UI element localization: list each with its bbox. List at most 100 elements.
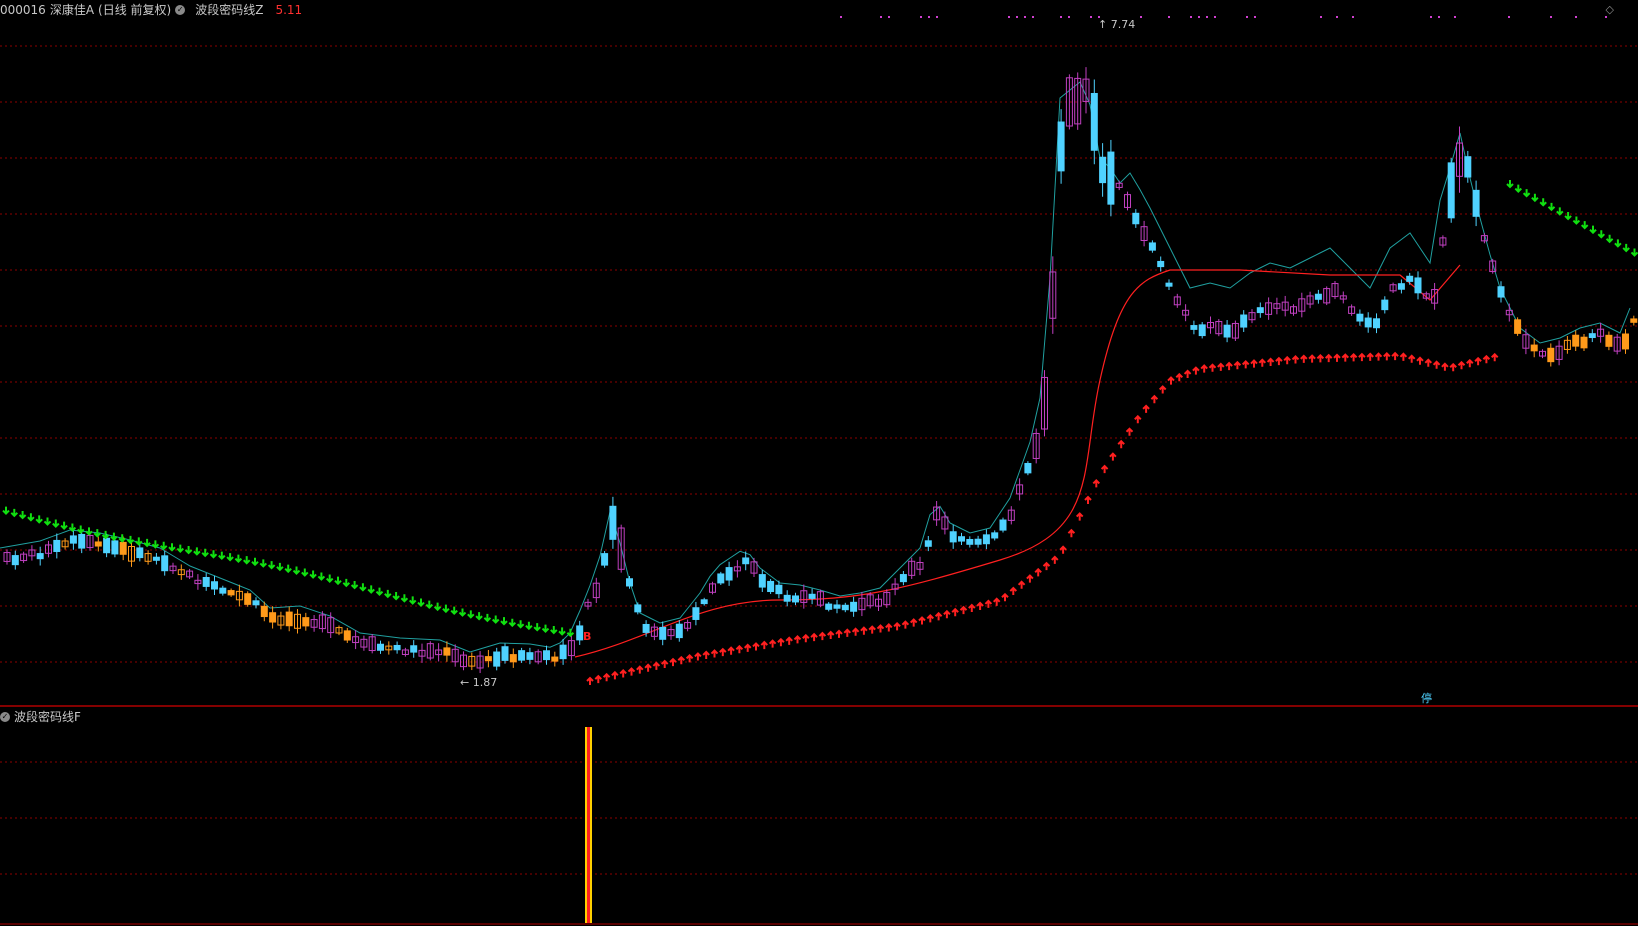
candle-body	[924, 540, 932, 547]
sell-arrow-icon	[60, 521, 68, 530]
buy-arrow-icon	[1075, 512, 1084, 521]
buy-arrow-icon	[777, 637, 785, 647]
sell-arrow-icon	[350, 580, 359, 590]
buy-arrow-icon	[1300, 354, 1308, 363]
stock-name[interactable]: 深康佳A	[50, 1, 94, 18]
stock-code[interactable]: 000016	[0, 3, 46, 17]
signal-dot	[1198, 16, 1200, 18]
candle-body	[966, 539, 974, 545]
candle-body	[999, 519, 1007, 531]
buy-arrow-icon	[1100, 464, 1109, 474]
candle-body	[725, 567, 733, 581]
buy-arrow-icon	[918, 616, 926, 625]
candle-body	[1497, 286, 1505, 298]
buy-arrow-icon	[943, 609, 951, 619]
gear-dot-icon[interactable]: ✓	[175, 4, 186, 15]
buy-arrow-icon	[652, 661, 661, 670]
sub-indicator-name[interactable]: 波段密码线F	[14, 708, 81, 725]
indicator-name[interactable]: 波段密码线Z	[195, 1, 263, 18]
buy-arrow-icon	[760, 640, 769, 650]
sell-arrow-icon	[1580, 221, 1589, 230]
candle-body	[700, 599, 708, 605]
signal-dot	[880, 16, 882, 18]
buy-arrow-icon	[1291, 355, 1300, 364]
buy-arrow-icon	[727, 646, 735, 655]
buy-arrow-icon	[976, 601, 984, 610]
candle-body	[484, 656, 492, 662]
high-price-label: ↑ 7.74	[1098, 18, 1136, 31]
candle-body	[1057, 121, 1065, 172]
sell-arrow-icon	[218, 551, 226, 561]
candle-body	[551, 656, 559, 662]
candle-body	[899, 574, 907, 583]
sell-arrow-icon	[259, 559, 268, 568]
sell-arrow-icon	[558, 627, 566, 636]
sell-arrow-icon	[483, 613, 492, 623]
sell-arrow-icon	[1531, 193, 1539, 203]
candle-body	[742, 557, 750, 565]
sell-arrow-icon	[433, 602, 442, 612]
sell-arrow-icon	[342, 578, 351, 588]
candle-body	[1414, 277, 1422, 294]
sell-arrow-icon	[201, 548, 209, 558]
buy-arrow-icon	[851, 627, 860, 636]
sell-arrow-icon	[135, 537, 143, 546]
buy-arrow-icon	[1067, 528, 1076, 538]
candle-body	[1256, 307, 1264, 314]
sell-arrow-icon	[10, 508, 19, 518]
candle-body	[1630, 318, 1638, 323]
candle-body	[393, 644, 401, 651]
candle-body	[252, 600, 260, 606]
sell-arrow-icon	[1622, 243, 1630, 253]
candle-body	[675, 623, 683, 639]
signal-dot	[1430, 16, 1432, 18]
candle-body	[36, 553, 44, 560]
signal-dot	[920, 16, 922, 18]
sell-arrow-icon	[110, 532, 118, 542]
signal-dot	[1438, 16, 1440, 18]
sell-arrow-icon	[325, 574, 334, 583]
diamond-icon[interactable]: ◇	[1606, 3, 1614, 16]
sell-arrow-icon	[176, 544, 185, 554]
buy-arrow-icon	[1333, 353, 1341, 362]
sell-arrow-icon	[400, 594, 409, 603]
sell-arrow-icon	[458, 608, 467, 617]
buy-arrow-icon	[735, 644, 744, 654]
candle-body	[841, 604, 849, 611]
sell-arrow-icon	[1630, 248, 1638, 257]
buy-arrow-icon	[959, 605, 968, 615]
buy-arrow-icon	[1158, 385, 1167, 394]
buy-arrow-icon	[1001, 592, 1009, 602]
sell-arrow-icon	[18, 511, 27, 520]
signal-dot	[1336, 16, 1338, 18]
buy-arrow-icon	[1441, 362, 1449, 371]
buy-arrow-icon	[885, 623, 893, 632]
buy-arrow-icon	[1250, 359, 1258, 368]
kline-chart[interactable]	[0, 0, 1638, 926]
buy-arrow-icon	[1109, 452, 1117, 461]
candle-body	[1198, 324, 1206, 337]
sell-arrow-icon	[68, 523, 77, 532]
buy-arrow-icon	[1432, 360, 1441, 369]
buy-arrow-icon	[719, 647, 727, 657]
candle-body	[1090, 92, 1098, 151]
signal-dot	[1352, 16, 1354, 18]
sell-arrow-icon	[425, 600, 434, 610]
candle-body	[1132, 212, 1140, 225]
gear-dot-icon[interactable]: ✓	[0, 711, 10, 722]
candle-body	[1447, 162, 1455, 219]
buy-arrow-icon	[1308, 354, 1316, 363]
signal-arrows	[2, 180, 1638, 685]
buy-arrow-icon	[1358, 352, 1366, 362]
buy-arrow-icon	[1125, 427, 1134, 436]
sell-arrow-icon	[442, 604, 450, 614]
buy-arrow-icon	[1366, 352, 1374, 361]
candle-body	[659, 626, 667, 640]
candle-body	[1314, 293, 1322, 300]
buy-arrow-icon	[818, 631, 827, 641]
sell-arrow-icon	[159, 541, 168, 551]
buy-arrow-icon	[835, 629, 843, 638]
buy-arrow-icon	[1275, 356, 1283, 366]
candle-body	[1024, 462, 1032, 474]
candle-body	[285, 611, 293, 627]
